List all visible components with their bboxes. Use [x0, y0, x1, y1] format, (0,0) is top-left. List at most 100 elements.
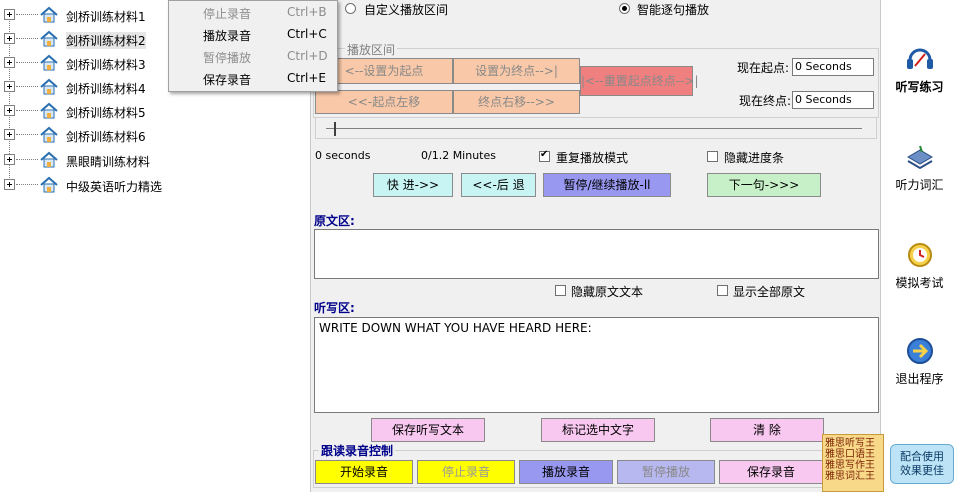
tree-dotted-line	[16, 38, 38, 39]
interval-group-title: 播放区间	[345, 41, 398, 58]
expand-plus-icon[interactable]	[4, 154, 15, 165]
promo-banner[interactable]: 配合使用 效果更佳	[890, 444, 954, 484]
rewind-button[interactable]: <<-后 退	[461, 173, 536, 197]
main-panel: 自定义播放区间 智能逐句播放 播放区间 <--设置为起点 设置为终点-->| |…	[310, 0, 880, 492]
hide-original-checkbox[interactable]	[555, 285, 566, 296]
next-sentence-button[interactable]: 下一句->>>	[707, 173, 821, 197]
house-icon	[40, 126, 58, 143]
tree-item[interactable]: 剑桥训练材料5	[0, 100, 300, 122]
tree-item-label[interactable]: 剑桥训练材料5	[66, 104, 146, 121]
menu-item-pause-playback[interactable]: 暂停播放 Ctrl+D	[169, 45, 337, 67]
smart-sentence-radio[interactable]	[619, 3, 630, 14]
function-sidebar: 听写练习 听力词汇 模拟考试 退出程序	[880, 0, 957, 492]
repeat-mode-checkbox[interactable]	[539, 149, 550, 162]
house-icon	[40, 151, 58, 168]
dictation-icon	[907, 48, 933, 69]
tree-dotted-line	[16, 134, 38, 135]
stop-recording-button[interactable]: 停止录音	[417, 460, 515, 484]
tree-dotted-line	[16, 159, 38, 160]
progress-thumb[interactable]	[334, 122, 336, 136]
tree-item-label[interactable]: 剑桥训练材料6	[66, 128, 146, 145]
expand-plus-icon[interactable]	[4, 179, 15, 190]
end-right-button[interactable]: 终点右移-->>	[453, 90, 580, 114]
fast-forward-button[interactable]: 快 进->>	[373, 173, 453, 197]
sidebar-item-label: 听力词汇	[895, 178, 944, 192]
sidebar-item-mock-exam[interactable]: 模拟考试	[881, 240, 957, 310]
tree-item-label[interactable]: 剑桥训练材料2	[66, 32, 146, 49]
save-dictation-button[interactable]: 保存听写文本	[371, 418, 485, 442]
tree-item-label[interactable]: 黑眼睛训练材料	[66, 153, 150, 170]
set-end-button[interactable]: 设置为终点-->|	[453, 58, 580, 84]
house-icon	[40, 6, 58, 23]
house-icon	[40, 30, 58, 47]
tree-item[interactable]: 中级英语听力精选	[0, 174, 300, 196]
clear-button[interactable]: 清 除	[710, 418, 824, 442]
start-left-button[interactable]: <<-起点左移	[315, 90, 453, 114]
sidebar-item-dictation[interactable]: 听写练习	[881, 44, 957, 114]
show-all-original-checkbox[interactable]	[717, 285, 728, 296]
menu-item-shortcut: Ctrl+D	[287, 49, 328, 63]
exit-arrow-icon	[907, 338, 933, 364]
current-end-label: 现在终点:	[739, 94, 792, 108]
expand-plus-icon[interactable]	[4, 33, 15, 44]
tree-item-label[interactable]: 中级英语听力精选	[66, 178, 162, 195]
tree-item[interactable]: 黑眼睛训练材料	[0, 149, 300, 171]
menu-item-label: 停止录音	[203, 7, 252, 21]
custom-interval-label[interactable]: 自定义播放区间	[364, 1, 448, 18]
expand-plus-icon[interactable]	[4, 129, 15, 140]
banner-line: 雅思听写王	[825, 438, 875, 449]
mark-selected-button[interactable]: 标记选中文字	[541, 418, 655, 442]
original-section-title: 原文区:	[314, 214, 355, 228]
current-start-field[interactable]: 0 Seconds	[792, 58, 874, 76]
sidebar-item-vocabulary[interactable]: 听力词汇	[881, 142, 957, 212]
sidebar-item-label: 模拟考试	[895, 276, 944, 290]
custom-interval-radio[interactable]	[345, 3, 356, 14]
hide-progress-checkbox[interactable]	[707, 151, 718, 162]
progress-track[interactable]	[315, 117, 877, 139]
expand-plus-icon[interactable]	[4, 57, 15, 68]
tree-dotted-line	[16, 86, 38, 87]
sidebar-item-label: 听写练习	[895, 80, 944, 94]
show-all-original-label[interactable]: 显示全部原文	[733, 283, 805, 300]
tree-item-label[interactable]: 剑桥训练材料4	[66, 80, 146, 97]
hide-progress-label[interactable]: 隐藏进度条	[724, 149, 784, 166]
menu-item-shortcut: Ctrl+B	[287, 5, 327, 19]
pause-recording-button[interactable]: 暂停播放	[617, 460, 715, 484]
house-icon	[40, 102, 58, 119]
repeat-mode-label[interactable]: 重复播放模式	[556, 149, 628, 166]
expand-plus-icon[interactable]	[4, 105, 15, 116]
banner-line: 雅思词汇王	[825, 471, 875, 482]
hide-original-label[interactable]: 隐藏原文文本	[571, 283, 643, 300]
expand-plus-icon[interactable]	[4, 9, 15, 20]
exam-clock-icon	[908, 243, 932, 267]
menu-item-save-recording[interactable]: 保存录音 Ctrl+E	[169, 67, 337, 89]
reset-interval-button[interactable]: |<--重置起点终点-->|	[580, 66, 699, 96]
start-recording-button[interactable]: 开始录音	[315, 460, 413, 484]
play-recording-button[interactable]: 播放录音	[519, 460, 613, 484]
save-recording-button[interactable]: 保存录音	[719, 460, 823, 484]
ielts-products-banner[interactable]: 雅思听写王 雅思口语王 雅思写作王 雅思词汇王	[822, 434, 884, 492]
recording-group-title: 跟读录音控制	[319, 442, 396, 459]
current-end-field[interactable]: 0 Seconds	[792, 91, 874, 109]
menu-item-label: 播放录音	[203, 29, 252, 43]
house-icon	[40, 176, 58, 193]
menu-item-stop-recording[interactable]: 停止录音 Ctrl+B	[169, 1, 337, 23]
expand-plus-icon[interactable]	[4, 81, 15, 92]
sidebar-item-label: 退出程序	[895, 372, 944, 386]
dictation-text-area[interactable]: WRITE DOWN WHAT YOU HAVE HEARD HERE:	[314, 317, 879, 413]
menu-item-label: 暂停播放	[203, 51, 252, 65]
tree-item-label[interactable]: 剑桥训练材料3	[66, 56, 146, 73]
progress-line	[326, 128, 862, 129]
progress-position-text: 0 seconds	[315, 149, 371, 162]
sidebar-item-exit[interactable]: 退出程序	[881, 336, 957, 406]
house-icon	[40, 54, 58, 71]
tree-dotted-line	[16, 62, 38, 63]
tree-item[interactable]: 剑桥训练材料6	[0, 124, 300, 146]
tree-dotted-line	[16, 184, 38, 185]
tree-item-label[interactable]: 剑桥训练材料1	[66, 8, 146, 25]
original-text-area[interactable]	[314, 229, 879, 279]
menu-item-play-recording[interactable]: 播放录音 Ctrl+C	[169, 23, 337, 45]
smart-sentence-label[interactable]: 智能逐句播放	[637, 1, 709, 18]
pause-resume-button[interactable]: 暂停/继续播放-ll	[543, 173, 671, 197]
tree-dotted-line	[16, 14, 38, 15]
